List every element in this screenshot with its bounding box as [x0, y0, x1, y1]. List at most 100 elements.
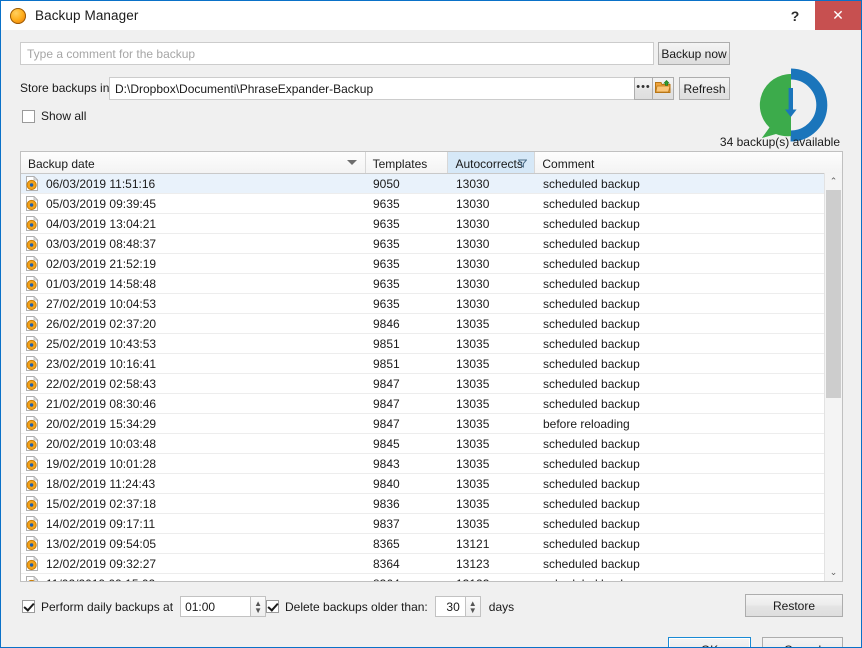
cell-templates: 8364 [373, 556, 400, 571]
cell-templates: 9851 [373, 336, 400, 351]
table-row[interactable]: 19/02/2019 10:01:28 9843 13035 scheduled ba… [21, 454, 842, 474]
table-row[interactable]: 20/02/2019 15:34:29 9847 13035 before reloa… [21, 414, 842, 434]
cell-autocorrects: 13121 [456, 536, 490, 551]
delete-old-backups-label: Delete backups older than: [285, 599, 428, 614]
backup-file-icon [25, 236, 39, 251]
help-button[interactable]: ? [775, 1, 815, 30]
table-row[interactable]: 27/02/2019 10:04:53 9635 13030 scheduled ba… [21, 294, 842, 314]
backup-now-button[interactable]: Backup now [658, 42, 730, 65]
column-header-autocorrects[interactable]: Autocorrects [448, 152, 536, 173]
table-row[interactable]: 18/02/2019 11:24:43 9840 13035 scheduled ba… [21, 474, 842, 494]
perform-daily-backups-label: Perform daily backups at [41, 599, 174, 614]
cell-templates: 9847 [373, 376, 400, 391]
cell-backup-date-text: 23/02/2019 10:16:41 [46, 356, 157, 371]
backup-file-icon [25, 176, 39, 191]
cell-comment: scheduled backup [543, 316, 640, 331]
daily-time-stepper[interactable]: ▲ ▼ [180, 596, 267, 617]
delete-days-spinner-buttons[interactable]: ▲ ▼ [464, 596, 481, 617]
table-row[interactable]: 06/03/2019 11:51:16 9050 13030 scheduled ba… [21, 174, 842, 194]
table-row[interactable]: 21/02/2019 08:30:46 9847 13035 scheduled ba… [21, 394, 842, 414]
cell-backup-date-text: 22/02/2019 02:58:43 [46, 376, 157, 391]
backup-file-icon [25, 336, 39, 351]
cell-autocorrects: 13030 [456, 236, 490, 251]
phraseexpander-clock-logo [754, 68, 828, 142]
spin-down-icon[interactable]: ▼ [469, 606, 477, 614]
delete-days-stepper[interactable]: ▲ ▼ [434, 596, 481, 617]
table-row[interactable]: 22/02/2019 02:58:43 9847 13035 scheduled ba… [21, 374, 842, 394]
browse-ellipsis-button[interactable]: ••• [634, 77, 653, 100]
spin-down-icon[interactable]: ▼ [254, 606, 262, 614]
backup-file-icon [25, 276, 39, 291]
table-row[interactable]: 23/02/2019 10:16:41 9851 13035 scheduled ba… [21, 354, 842, 374]
column-header-templates[interactable]: Templates [366, 152, 449, 173]
open-folder-icon [655, 79, 671, 97]
backup-file-icon [25, 376, 39, 391]
table-row[interactable]: 05/03/2019 09:39:45 9635 13030 scheduled ba… [21, 194, 842, 214]
daily-time-spinner-buttons[interactable]: ▲ ▼ [250, 596, 267, 617]
table-row[interactable]: 26/02/2019 02:37:20 9846 13035 scheduled ba… [21, 314, 842, 334]
table-row[interactable]: 15/02/2019 02:37:18 9836 13035 scheduled ba… [21, 494, 842, 514]
backup-file-icon [25, 216, 39, 231]
table-row[interactable]: 14/02/2019 09:17:11 9837 13035 scheduled ba… [21, 514, 842, 534]
cell-backup-date: 14/02/2019 09:17:11 [21, 516, 366, 531]
cell-backup-date-text: 06/03/2019 11:51:16 [46, 176, 156, 191]
cell-backup-date: 03/03/2019 08:48:37 [21, 236, 366, 251]
cell-templates: 9635 [373, 236, 400, 251]
cell-templates: 8364 [366, 577, 449, 582]
table-row[interactable]: 04/03/2019 13:04:21 9635 13030 scheduled ba… [21, 214, 842, 234]
backup-file-icon [25, 456, 39, 471]
show-all-checkbox-box[interactable] [22, 109, 35, 123]
backup-file-icon [25, 296, 39, 311]
table-row[interactable]: 11/02/2019 09:15:02 836413123scheduled ba… [21, 574, 842, 582]
daily-time-input[interactable] [180, 596, 251, 617]
cancel-button[interactable]: Cancel [762, 637, 843, 647]
cell-backup-date: 25/02/2019 10:43:53 [21, 336, 366, 351]
column-header-comment[interactable]: Comment [535, 152, 826, 173]
cell-autocorrects: 13030 [456, 296, 490, 311]
delete-days-input[interactable] [434, 596, 465, 617]
backup-file-icon [25, 196, 39, 211]
perform-daily-backups-option[interactable]: Perform daily backups at ▲ ▼ [22, 596, 267, 617]
grid-vertical-scrollbar[interactable]: ⌃ ⌄ [824, 173, 842, 581]
ok-button[interactable]: OK [668, 637, 751, 647]
backup-comment-input[interactable] [20, 42, 654, 65]
restore-button[interactable]: Restore [745, 594, 843, 617]
delete-old-backups-option[interactable]: Delete backups older than: ▲ ▼ days [266, 596, 514, 617]
cell-backup-date-text: 27/02/2019 10:04:53 [46, 296, 157, 311]
cell-autocorrects: 13030 [456, 256, 490, 271]
table-row[interactable]: 25/02/2019 10:43:53 9851 13035 scheduled ba… [21, 334, 842, 354]
cell-templates: 9836 [373, 496, 400, 511]
column-header-backup-date[interactable]: Backup date [21, 152, 366, 173]
table-row[interactable]: 12/02/2019 09:32:27 8364 13123 scheduled ba… [21, 554, 842, 574]
cell-templates: 9837 [373, 516, 400, 531]
perform-daily-backups-checkbox[interactable] [22, 600, 35, 613]
scroll-up-icon[interactable]: ⌃ [825, 173, 842, 190]
cell-backup-date-text: 20/02/2019 10:03:48 [46, 436, 157, 451]
column-header-comment-label: Comment [542, 157, 595, 171]
table-row[interactable]: 20/02/2019 10:03:48 9845 13035 scheduled ba… [21, 434, 842, 454]
show-all-checkbox[interactable]: Show all [22, 109, 86, 123]
cell-autocorrects: 13035 [456, 516, 490, 531]
filter-funnel-icon[interactable] [517, 157, 528, 168]
table-row[interactable]: 13/02/2019 09:54:05 8365 13121 scheduled ba… [21, 534, 842, 554]
cell-comment: scheduled backup [543, 476, 640, 491]
table-row[interactable]: 02/03/2019 21:52:19 9635 13030 scheduled ba… [21, 254, 842, 274]
close-icon[interactable]: ✕ [815, 1, 861, 30]
cell-autocorrects: 13035 [456, 356, 490, 371]
scroll-down-icon[interactable]: ⌄ [825, 564, 842, 581]
column-header-backup-date-label: Backup date [28, 157, 95, 171]
scrollbar-thumb[interactable] [826, 190, 841, 398]
table-row[interactable]: 01/03/2019 14:58:48 9635 13030 scheduled ba… [21, 274, 842, 294]
refresh-button[interactable]: Refresh [679, 77, 730, 100]
cell-autocorrects: 13035 [456, 476, 490, 491]
cell-backup-date-text: 21/02/2019 08:30:46 [46, 396, 157, 411]
cell-templates: 9843 [373, 456, 400, 471]
table-row[interactable]: 03/03/2019 08:48:37 9635 13030 scheduled ba… [21, 234, 842, 254]
cell-comment: scheduled backup [543, 396, 640, 411]
backup-path-input[interactable] [109, 77, 634, 100]
cell-backup-date: 18/02/2019 11:24:43 [21, 476, 366, 491]
open-folder-button[interactable] [652, 77, 674, 100]
delete-old-backups-checkbox[interactable] [266, 600, 279, 613]
cell-backup-date-text: 13/02/2019 09:54:05 [46, 536, 157, 551]
cell-templates: 8365 [373, 536, 400, 551]
